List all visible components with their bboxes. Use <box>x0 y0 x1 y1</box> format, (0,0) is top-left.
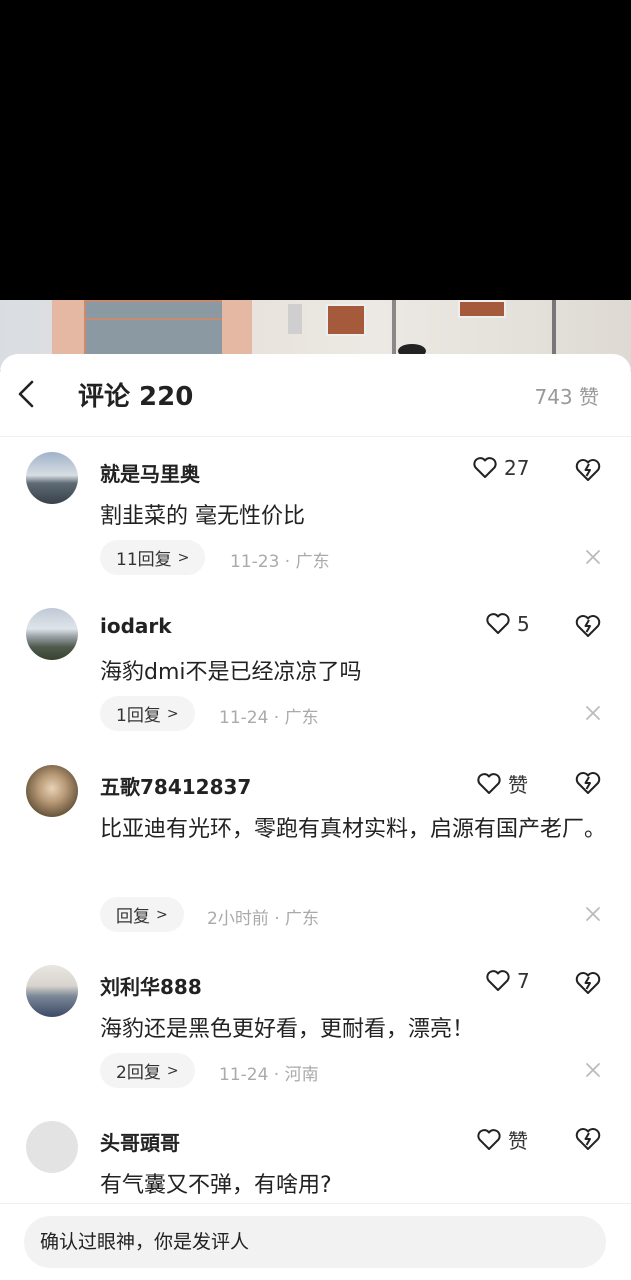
like-button[interactable]: 赞 <box>476 1125 528 1154</box>
reply-label: 2回复 <box>116 1063 161 1083</box>
comment-text: 海豹dmi不是已经凉凉了吗 <box>100 660 362 685</box>
reply-label: 回复 <box>116 907 150 927</box>
comment-text: 有气囊又不弹，有啥用? <box>100 1173 332 1198</box>
heart-outline-icon <box>486 613 510 634</box>
comments-header: 评论 220 743 赞 <box>0 354 631 437</box>
comment-input[interactable] <box>24 1216 606 1268</box>
comment-text: 割韭菜的 毫无性价比 <box>100 504 305 529</box>
broken-heart-icon[interactable] <box>574 769 602 797</box>
comment-item: 刘利华888 7 海豹还是黑色更好看，更耐看，漂亮！ 2回复 > 11-24 ·… <box>0 965 631 1105</box>
close-icon[interactable] <box>582 903 604 925</box>
chevron-right-icon: > <box>156 906 168 923</box>
avatar[interactable] <box>26 452 78 504</box>
comment-meta: 11-24 · 广东 <box>219 708 319 728</box>
comment-meta: 11-24 · 河南 <box>219 1065 319 1085</box>
like-button[interactable]: 7 <box>485 969 530 993</box>
broken-heart-icon[interactable] <box>574 1125 602 1153</box>
chevron-right-icon: > <box>166 1062 179 1079</box>
like-count: 赞 <box>508 773 528 797</box>
comment-username[interactable]: 刘利华888 <box>100 971 202 1000</box>
comment-meta: 11-23 · 广东 <box>230 552 330 572</box>
close-icon[interactable] <box>582 702 604 724</box>
view-replies-button[interactable]: 回复 > <box>100 897 184 932</box>
like-button[interactable]: 5 <box>485 612 530 636</box>
comment-text: 比亚迪有光环，零跑有真材实料，启源有国产老厂。 <box>100 817 607 842</box>
like-button[interactable]: 赞 <box>476 769 528 798</box>
reply-label: 1回复 <box>116 706 161 726</box>
comment-username[interactable]: 五歌78412837 <box>100 771 251 800</box>
total-likes-count: 743 赞 <box>534 385 599 409</box>
comment-text: 海豹还是黑色更好看，更耐看，漂亮！ <box>100 1017 475 1042</box>
chevron-right-icon: > <box>177 549 190 566</box>
broken-heart-icon[interactable] <box>574 456 602 484</box>
like-count: 赞 <box>508 1129 528 1153</box>
comment-input-bar <box>0 1203 631 1280</box>
heart-outline-icon <box>477 772 501 794</box>
broken-heart-icon[interactable] <box>574 969 602 997</box>
like-count: 27 <box>504 456 530 480</box>
close-icon[interactable] <box>582 1059 604 1081</box>
comments-sheet: 评论 220 743 赞 就是马里奥 27 割韭菜的 毫无性价比 11回复 > … <box>0 354 631 1280</box>
avatar[interactable] <box>26 608 78 660</box>
video-player-area[interactable] <box>0 0 631 300</box>
comment-meta: 2小时前 · 广东 <box>207 909 320 929</box>
view-replies-button[interactable]: 2回复 > <box>100 1053 195 1088</box>
view-replies-button[interactable]: 1回复 > <box>100 696 195 731</box>
view-replies-button[interactable]: 11回复 > <box>100 540 206 575</box>
heart-outline-icon <box>477 1128 501 1150</box>
avatar[interactable] <box>26 1121 78 1173</box>
comment-username[interactable]: 就是马里奥 <box>100 458 200 487</box>
heart-outline-icon <box>486 970 510 991</box>
broken-heart-icon[interactable] <box>574 612 602 640</box>
back-button[interactable] <box>10 374 46 414</box>
like-count: 5 <box>517 612 530 636</box>
like-button[interactable]: 27 <box>472 456 529 480</box>
reply-label: 11回复 <box>116 550 172 570</box>
comment-item: 就是马里奥 27 割韭菜的 毫无性价比 11回复 > 11-23 · 广东 <box>0 452 631 592</box>
avatar[interactable] <box>26 765 78 817</box>
comment-item: 五歌78412837 赞 比亚迪有光环，零跑有真材实料，启源有国产老厂。 回复 … <box>0 765 631 945</box>
comment-item: iodark 5 海豹dmi不是已经凉凉了吗 1回复 > 11-24 · 广东 <box>0 608 631 748</box>
close-icon[interactable] <box>582 546 604 568</box>
comments-title: 评论 220 <box>78 382 194 412</box>
like-count: 7 <box>517 969 530 993</box>
chevron-left-icon <box>18 380 34 408</box>
avatar[interactable] <box>26 965 78 1017</box>
heart-outline-icon <box>473 457 497 478</box>
chevron-right-icon: > <box>166 705 179 722</box>
comment-username[interactable]: iodark <box>100 614 172 638</box>
comment-username[interactable]: 头哥頭哥 <box>100 1127 180 1156</box>
